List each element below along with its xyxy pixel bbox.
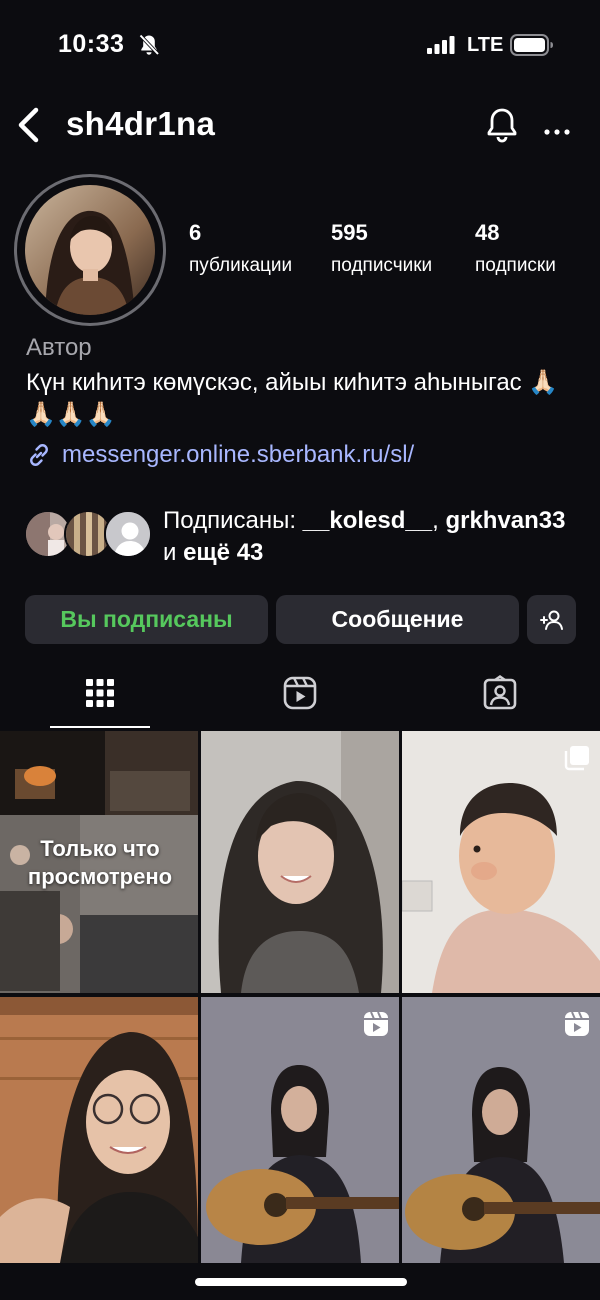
grid-post-3[interactable] [402,731,600,993]
followed-user-1[interactable]: __kolesd__ [303,507,432,534]
home-indicator[interactable] [195,1278,407,1286]
profile-avatar[interactable] [25,185,155,315]
profile-category: Автор [26,334,92,361]
mutual-followers-text[interactable]: Подписаны: __kolesd__, grkhvan33 и ещё 4… [163,505,583,569]
grid-post-4[interactable] [0,997,198,1263]
following-count-label: подписки [475,255,556,276]
profile-link-text: messenger.online.sberbank.ru/sl/ [62,441,415,468]
mutual-followers-avatars[interactable] [24,510,154,560]
following-count[interactable]: 48 подписки [475,220,556,277]
reels-tab-icon[interactable] [282,675,318,711]
tagged-tab-icon[interactable] [482,675,518,711]
battery-icon [510,34,553,56]
profile-bio: Күн киһитэ көмүскэс, айыы киһитэ аһыныга… [26,367,566,431]
suggested-users-button[interactable] [527,595,576,644]
message-button[interactable]: Сообщение [276,595,519,644]
more-options-icon[interactable] [540,103,576,147]
signal-icon [427,36,455,54]
grid-post-recently-viewed[interactable]: Только что просмотрено [0,731,198,993]
posts-count-label: публикации [189,255,293,276]
carousel-icon [564,746,589,771]
grid-post-2[interactable] [201,731,399,993]
followed-separator: , [432,507,439,534]
followers-count[interactable]: 595 подписчики [331,220,432,277]
profile-link[interactable]: messenger.online.sberbank.ru/sl/ [26,441,414,469]
followers-count-value: 595 [331,220,368,245]
status-time: 10:33 [58,30,125,58]
posts-count-value: 6 [189,220,202,245]
active-tab-indicator [50,726,150,728]
profile-tabs [0,665,600,729]
reel-badge-icon [364,1011,388,1036]
grid-post-6[interactable] [402,997,600,1263]
back-icon[interactable] [10,100,50,150]
add-person-icon [539,610,563,630]
network-type: LTE [467,34,504,56]
posts-grid: Только что просмотрено [0,731,600,1271]
followed-and: и [163,539,184,566]
recently-viewed-label: Только что просмотрено [27,836,173,889]
link-icon [30,444,48,466]
followers-count-label: подписчики [331,255,433,276]
grid-post-5[interactable] [201,997,399,1263]
notification-bell-icon[interactable] [482,103,522,147]
profile-header: sh4dr1na [0,95,600,155]
following-count-value: 48 [475,220,500,245]
profile-username: sh4dr1na [66,105,216,142]
grid-tab-icon[interactable] [82,675,118,711]
bell-slash-icon [139,34,160,56]
following-button[interactable]: Вы подписаны [25,595,268,644]
followed-more[interactable]: ещё 43 [183,539,263,566]
mutual-avatar-default [104,510,152,558]
status-bar: 10:33 LTE [0,0,600,90]
bio-text: Күн киһитэ көмүскэс, айыы киһитэ аһыныга… [26,369,522,396]
followed-prefix: Подписаны: [163,507,303,534]
followed-user-2[interactable]: grkhvan33 [445,507,565,534]
posts-count[interactable]: 6 публикации [189,220,292,277]
reel-badge-icon [565,1011,589,1036]
